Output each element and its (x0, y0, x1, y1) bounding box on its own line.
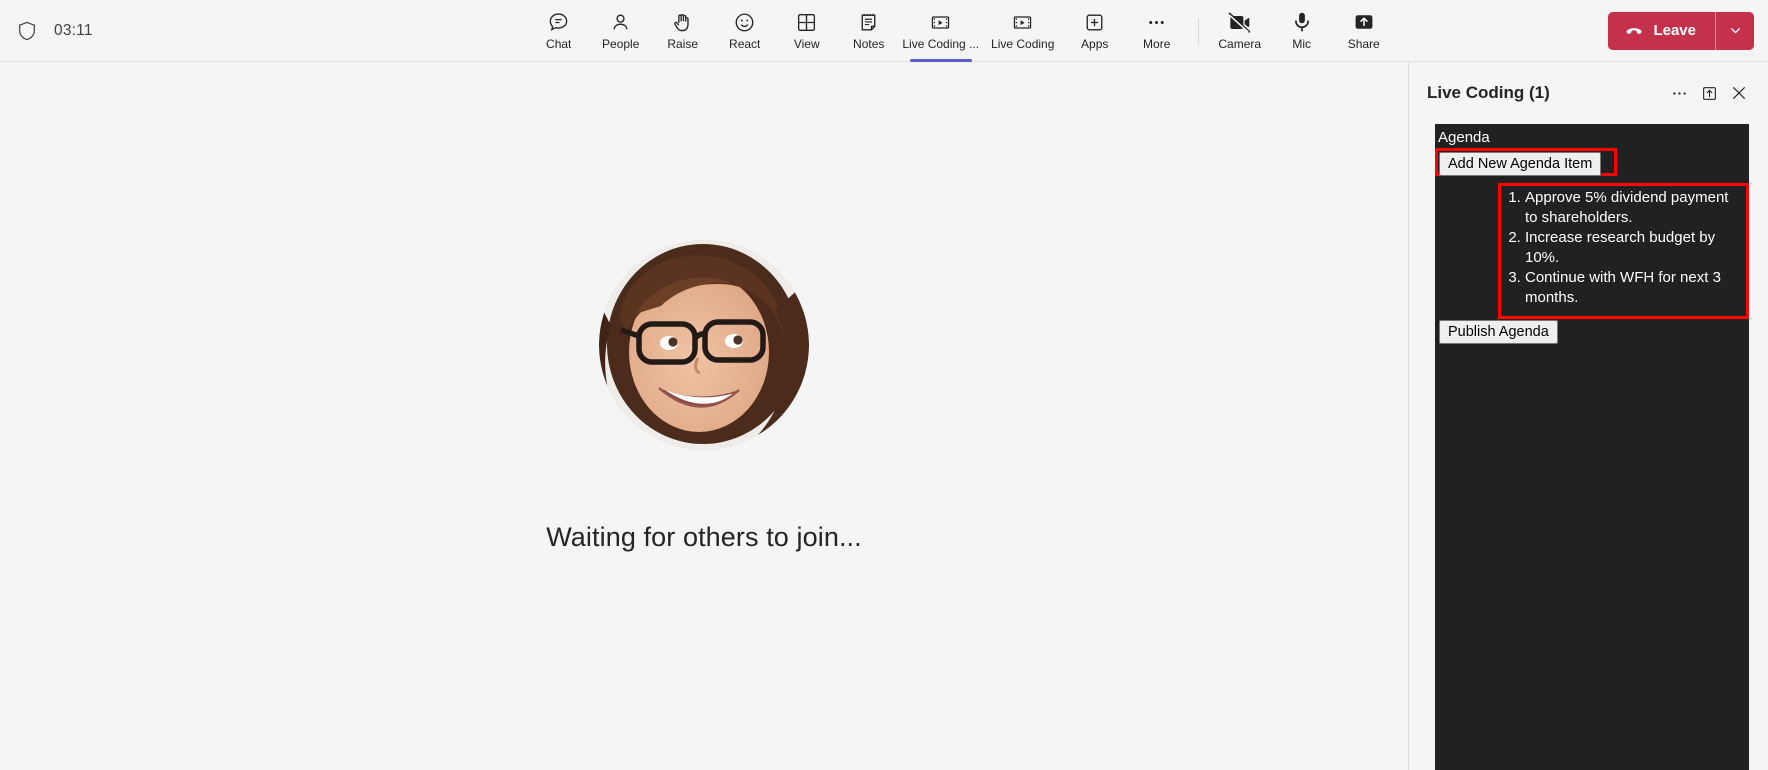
meeting-toolbar: 03:11 Chat People Raise React View Notes… (0, 0, 1768, 62)
toolbar-label-live-coding-active: Live Coding ... (902, 37, 980, 51)
toolbar-button-live-coding-active[interactable]: Live Coding ... (900, 2, 982, 62)
toolbar-button-chat[interactable]: Chat (528, 2, 590, 60)
panel-close-button[interactable] (1724, 78, 1754, 108)
waiting-message: Waiting for others to join... (546, 521, 862, 552)
people-icon (609, 10, 632, 34)
list-item: Continue with WFH for next 3 months. (1525, 268, 1743, 308)
more-ellipsis-icon (1145, 10, 1168, 34)
mic-icon (1290, 10, 1314, 34)
notes-icon (857, 10, 880, 34)
toolbar-button-more[interactable]: More (1126, 2, 1188, 60)
publish-agenda-button[interactable]: Publish Agenda (1439, 320, 1558, 344)
share-screen-icon (1352, 10, 1376, 34)
toolbar-label-people: People (602, 37, 640, 51)
toolbar-label-chat: Chat (546, 37, 572, 51)
toolbar-left-group: 03:11 (0, 19, 330, 43)
list-item: Approve 5% dividend payment to sharehold… (1525, 188, 1743, 228)
leave-button-group: Leave (1608, 11, 1754, 50)
toolbar-button-view[interactable]: View (776, 2, 838, 60)
live-coding-icon (1011, 10, 1034, 34)
more-ellipsis-icon (1670, 84, 1689, 103)
pop-out-icon (1700, 84, 1719, 103)
toolbar-right-group: Leave (1592, 11, 1768, 50)
toolbar-divider (1197, 17, 1199, 44)
toolbar-button-react[interactable]: React (714, 2, 776, 60)
toolbar-label-view: View (793, 37, 820, 51)
toolbar-actions: Chat People Raise React View Notes Live … (330, 0, 1592, 62)
leave-options-button[interactable] (1716, 11, 1754, 50)
chat-icon (547, 10, 570, 34)
panel-body: Agenda Add New Agenda Item Approve 5% di… (1409, 124, 1768, 770)
toolbar-label-mic: Mic (1292, 37, 1312, 51)
chevron-down-icon (1727, 22, 1744, 39)
participant-avatar (599, 239, 809, 450)
live-coding-icon (929, 10, 952, 34)
raise-hand-icon (671, 10, 694, 34)
toolbar-button-raise[interactable]: Raise (652, 2, 714, 60)
add-agenda-item-button[interactable]: Add New Agenda Item (1439, 152, 1602, 176)
close-icon (1729, 83, 1749, 103)
panel-header: Live Coding (1) (1409, 62, 1768, 124)
apps-plus-icon (1083, 10, 1106, 34)
toolbar-label-raise: Raise (667, 37, 699, 51)
agenda-item-list: Approve 5% dividend payment to sharehold… (1503, 188, 1743, 308)
toolbar-label-apps: Apps (1081, 37, 1109, 51)
list-item: Increase research budget by 10%. (1525, 228, 1743, 268)
toolbar-label-notes: Notes (853, 37, 885, 51)
toolbar-button-apps[interactable]: Apps (1064, 2, 1126, 60)
toolbar-label-share: Share (1347, 37, 1380, 51)
panel-title: Live Coding (1) (1427, 83, 1550, 102)
toolbar-button-mic[interactable]: Mic (1271, 2, 1333, 60)
toolbar-label-live-coding: Live Coding (991, 37, 1055, 51)
camera-off-icon (1227, 10, 1252, 34)
toolbar-button-live-coding[interactable]: Live Coding (982, 2, 1064, 60)
toolbar-button-people[interactable]: People (590, 2, 652, 60)
toolbar-label-camera: Camera (1218, 37, 1262, 51)
shield-icon (16, 19, 38, 43)
toolbar-button-notes[interactable]: Notes (838, 2, 900, 60)
react-smiley-icon (733, 10, 756, 34)
view-grid-icon (795, 10, 818, 34)
toolbar-label-react: React (729, 37, 761, 51)
toolbar-label-more: More (1143, 37, 1171, 51)
leave-button[interactable]: Leave (1608, 11, 1715, 50)
leave-button-label: Leave (1653, 22, 1696, 39)
toolbar-button-share[interactable]: Share (1333, 2, 1395, 60)
panel-popout-button[interactable] (1694, 78, 1724, 108)
agenda-app-surface: Agenda Add New Agenda Item Approve 5% di… (1435, 124, 1749, 770)
agenda-heading: Agenda (1438, 129, 1490, 146)
hangup-icon (1624, 21, 1644, 41)
meeting-stage: Waiting for others to join... (0, 62, 1408, 770)
panel-more-button[interactable] (1664, 78, 1694, 108)
meeting-timer: 03:11 (54, 21, 93, 39)
live-coding-panel: Live Coding (1) Agenda Add New Agenda It… (1408, 62, 1768, 770)
toolbar-button-camera[interactable]: Camera (1209, 2, 1271, 60)
